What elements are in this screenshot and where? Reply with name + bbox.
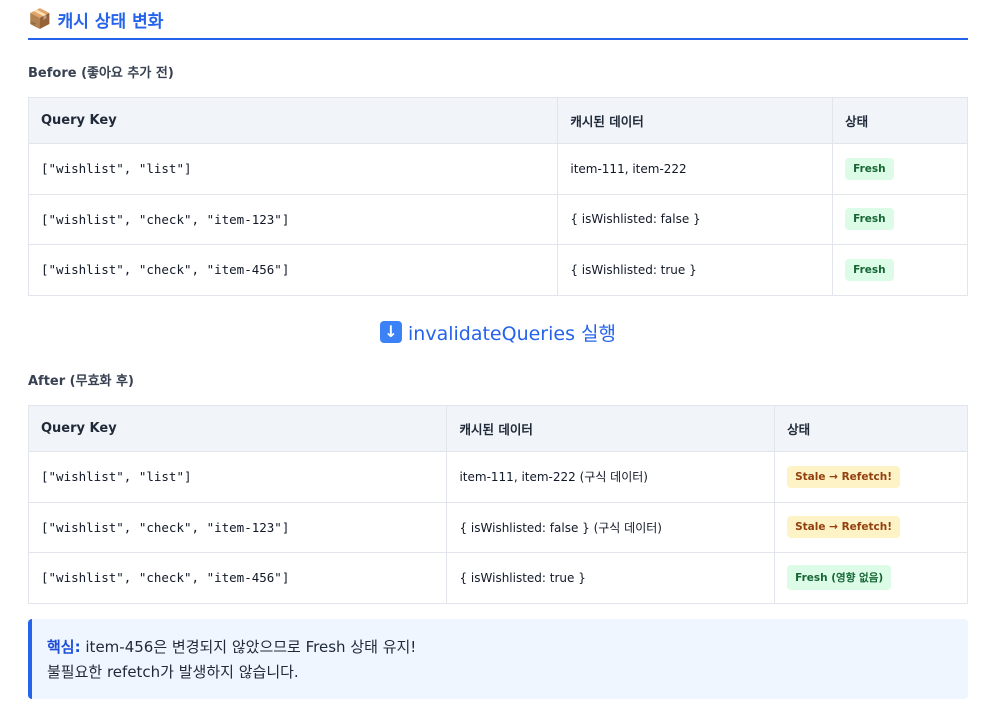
column-header-cached-data: 캐시된 데이터: [557, 97, 834, 144]
column-header-cached-data: 캐시된 데이터: [446, 405, 776, 452]
cached-data-cell: item-111, item-222: [557, 143, 834, 195]
status-cell: Fresh: [832, 143, 968, 195]
query-key-cell: ["wishlist", "check", "item-456"]: [27, 552, 448, 604]
cached-data-cell: { isWishlisted: true }: [446, 552, 776, 604]
page-title: 캐시 상태 변화: [57, 11, 164, 32]
query-key-cell: ["wishlist", "check", "item-123"]: [27, 501, 448, 553]
table-row: ["wishlist", "list"] item-111, item-222 …: [27, 143, 968, 195]
status-badge: Stale → Refetch!: [787, 465, 900, 488]
after-table: Query Key 캐시된 데이터 상태 ["wishlist", "list"…: [27, 405, 968, 604]
cached-data-cell: item-111, item-222 (구식 데이터): [446, 451, 776, 503]
status-cell: Stale → Refetch!: [774, 451, 968, 503]
status-badge: Fresh: [845, 208, 894, 231]
query-key-cell: ["wishlist", "check", "item-456"]: [27, 244, 559, 296]
column-header-query-key: Query Key: [27, 97, 559, 144]
cached-data-cell: { isWishlisted: true }: [557, 244, 834, 296]
table-row: ["wishlist", "check", "item-123"] { isWi…: [27, 193, 968, 245]
status-cell: Stale → Refetch!: [774, 501, 968, 553]
status-badge: Fresh (영향 없음): [787, 565, 892, 591]
before-section-label: Before (좋아요 추가 전): [28, 66, 174, 81]
status-cell: Fresh: [832, 244, 968, 296]
status-badge: Fresh: [845, 258, 894, 281]
divider-text: invalidateQueries 실행: [408, 322, 616, 345]
cached-data-cell: { isWishlisted: false }: [557, 193, 834, 245]
key-point-callout: 핵심: item-456은 변경되지 않았으므로 Fresh 상태 유지! 불필…: [28, 619, 968, 699]
down-arrow-icon: ↓: [380, 321, 402, 343]
package-icon: 📦: [28, 7, 52, 30]
status-badge: Fresh: [845, 157, 894, 180]
query-key-cell: ["wishlist", "list"]: [27, 143, 559, 195]
cached-data-cell: { isWishlisted: false } (구식 데이터): [446, 501, 776, 553]
table-row: ["wishlist", "check", "item-123"] { isWi…: [27, 501, 968, 553]
page-title-bar: 📦 캐시 상태 변화: [28, 0, 968, 40]
query-key-cell: ["wishlist", "check", "item-123"]: [27, 193, 559, 245]
after-section-label: After (무효화 후): [28, 374, 134, 389]
column-header-status: 상태: [774, 405, 968, 452]
column-header-query-key: Query Key: [27, 405, 448, 452]
invalidate-divider: ↓ invalidateQueries 실행: [28, 316, 968, 348]
query-key-cell: ["wishlist", "list"]: [27, 451, 448, 503]
table-row: ["wishlist", "check", "item-456"] { isWi…: [27, 552, 968, 604]
before-table: Query Key 캐시된 데이터 상태 ["wishlist", "list"…: [27, 97, 968, 296]
table-row: ["wishlist", "list"] item-111, item-222 …: [27, 451, 968, 503]
callout-label: 핵심:: [47, 638, 81, 656]
table-row: ["wishlist", "check", "item-456"] { isWi…: [27, 244, 968, 296]
column-header-status: 상태: [832, 97, 968, 144]
status-cell: Fresh: [832, 193, 968, 245]
table-header-row: Query Key 캐시된 데이터 상태: [27, 405, 968, 452]
table-header-row: Query Key 캐시된 데이터 상태: [27, 97, 968, 144]
status-badge: Stale → Refetch!: [787, 516, 900, 539]
callout-line-1: 핵심: item-456은 변경되지 않았으므로 Fresh 상태 유지!: [47, 635, 952, 660]
status-cell: Fresh (영향 없음): [774, 552, 968, 604]
callout-text-2: 불필요한 refetch가 발생하지 않습니다.: [47, 663, 299, 681]
callout-text-1: item-456은 변경되지 않았으므로 Fresh 상태 유지!: [85, 638, 417, 656]
